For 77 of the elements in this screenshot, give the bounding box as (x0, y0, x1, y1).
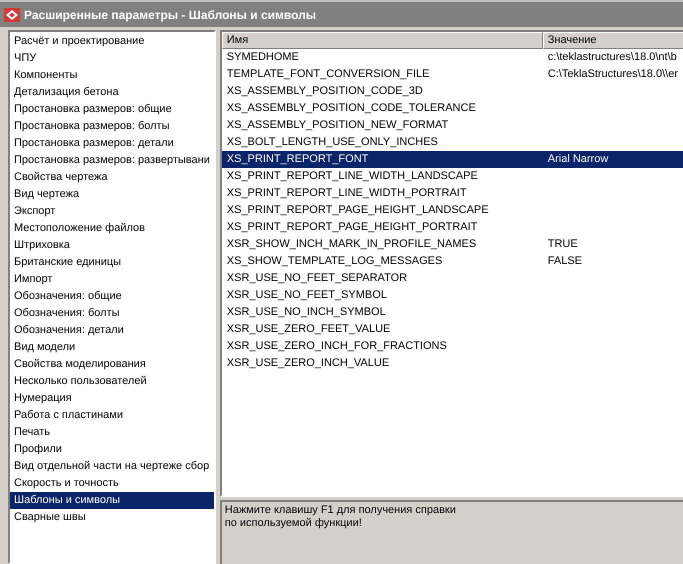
parameter-name: XS_BOLT_LENGTH_USE_ONLY_INCHES (226, 135, 439, 150)
parameter-value: TRUE (546, 237, 579, 252)
category-item[interactable]: Несколько пользователей (10, 373, 214, 390)
category-item[interactable]: Британские единицы (10, 254, 214, 271)
parameter-name: XSR_USE_NO_FEET_SYMBOL (226, 288, 388, 303)
parameter-value: Arial Narrow (546, 152, 610, 167)
parameter-name: XS_SHOW_TEMPLATE_LOG_MESSAGES (226, 254, 444, 269)
table-row[interactable]: XSR_USE_ZERO_INCH_FOR_FRACTIONS (222, 338, 683, 355)
column-header[interactable]: Значение (542, 32, 683, 49)
category-item[interactable]: Импорт (10, 271, 214, 288)
category-item[interactable]: Сварные швы (10, 509, 214, 526)
table-row[interactable]: XS_PRINT_REPORT_PAGE_HEIGHT_PORTRAIT (222, 219, 683, 236)
table-row[interactable]: XS_PRINT_REPORT_LINE_WIDTH_PORTRAIT (222, 185, 683, 202)
category-item[interactable]: Простановка размеров: развертывани (10, 152, 214, 169)
category-item[interactable]: Нумерация (10, 390, 214, 407)
parameter-name: XS_PRINT_REPORT_PAGE_HEIGHT_LANDSCAPE (226, 203, 490, 218)
table-row[interactable]: XS_ASSEMBLY_POSITION_CODE_TOLERANCE (222, 100, 683, 117)
column-header[interactable]: Имя (222, 32, 543, 49)
table-row[interactable]: XS_ASSEMBLY_POSITION_NEW_FORMAT (222, 117, 683, 134)
table-row[interactable]: XSR_USE_ZERO_FEET_VALUE (222, 321, 683, 338)
category-item[interactable]: ЧПУ (10, 50, 214, 67)
table-row[interactable]: SYMEDHOME c:\teklastructures\18.0\nt\b (222, 49, 683, 66)
category-item[interactable]: Простановка размеров: общие (10, 101, 214, 118)
parameter-name: XSR_USE_ZERO_FEET_VALUE (226, 322, 392, 337)
parameter-name: XS_ASSEMBLY_POSITION_CODE_TOLERANCE (226, 101, 477, 116)
category-item[interactable]: Свойства чертежа (10, 169, 214, 186)
window-title: Расширенные параметры - Шаблоны и символы (24, 6, 316, 24)
parameter-name: XS_PRINT_REPORT_LINE_WIDTH_PORTRAIT (226, 186, 468, 201)
category-item[interactable]: Обозначения: болты (10, 305, 214, 322)
category-item[interactable]: Обозначения: общие (10, 288, 214, 305)
category-item[interactable]: Обозначения: детали (10, 322, 214, 339)
category-item[interactable]: Шаблоны и символы (10, 492, 214, 509)
table-row[interactable]: XS_BOLT_LENGTH_USE_ONLY_INCHES (222, 134, 683, 151)
category-item[interactable]: Вид модели (10, 339, 214, 356)
category-item[interactable]: Простановка размеров: детали (10, 135, 214, 152)
category-item[interactable]: Детализация бетона (10, 84, 214, 101)
parameter-name: XS_PRINT_REPORT_LINE_WIDTH_LANDSCAPE (226, 169, 479, 184)
category-item[interactable]: Вид отдельной части на чертеже сбор (10, 458, 214, 475)
category-item[interactable]: Работа с пластинами (10, 407, 214, 424)
table-row[interactable]: XSR_USE_NO_FEET_SYMBOL (222, 287, 683, 304)
parameter-name: XSR_USE_ZERO_INCH_VALUE (226, 356, 390, 371)
parameter-name: XSR_SHOW_INCH_MARK_IN_PROFILE_NAMES (226, 237, 478, 252)
parameter-name: XSR_USE_ZERO_INCH_FOR_FRACTIONS (226, 339, 448, 354)
category-item[interactable]: Простановка размеров: болты (10, 118, 214, 135)
parameter-name: XS_ASSEMBLY_POSITION_CODE_3D (226, 84, 424, 99)
category-item[interactable]: Компоненты (10, 67, 214, 84)
table-row[interactable]: XSR_USE_NO_FEET_SEPARATOR (222, 270, 683, 287)
category-item[interactable]: Свойства моделирования (10, 356, 214, 373)
category-item[interactable]: Экспорт (10, 203, 214, 220)
parameter-value: c:\teklastructures\18.0\nt\b (546, 50, 678, 65)
help-text: Нажмите клавишу F1 для получения справки по используемой функции! (224, 504, 457, 530)
parameter-value: FALSE (546, 254, 584, 269)
table-row[interactable]: XSR_USE_ZERO_INCH_VALUE (222, 355, 683, 372)
table-row[interactable]: XS_PRINT_REPORT_PAGE_HEIGHT_LANDSCAPE (222, 202, 683, 219)
table-row[interactable]: XS_ASSEMBLY_POSITION_CODE_3D (222, 83, 683, 100)
category-item[interactable]: Профили (10, 441, 214, 458)
table-row[interactable]: XSR_SHOW_INCH_MARK_IN_PROFILE_NAMES TRUE (222, 236, 683, 253)
category-item[interactable]: Расчёт и проектирование (10, 33, 214, 50)
table-row[interactable]: XS_SHOW_TEMPLATE_LOG_MESSAGES FALSE (222, 253, 683, 270)
parameter-name: XS_PRINT_REPORT_FONT (226, 152, 370, 167)
table-row[interactable]: XSR_USE_NO_INCH_SYMBOL (222, 304, 683, 321)
parameter-name: XS_PRINT_REPORT_PAGE_HEIGHT_PORTRAIT (226, 220, 478, 235)
category-item[interactable]: Вид чертежа (10, 186, 214, 203)
category-item[interactable]: Печать (10, 424, 214, 441)
table-row[interactable]: XS_PRINT_REPORT_FONT Arial Narrow (222, 151, 683, 168)
parameter-name: XS_ASSEMBLY_POSITION_NEW_FORMAT (226, 118, 450, 133)
category-item[interactable]: Скорость и точность (10, 475, 214, 492)
parameter-name: XSR_USE_NO_INCH_SYMBOL (226, 305, 387, 320)
table-row[interactable]: TEMPLATE_FONT_CONVERSION_FILE C:\TeklaStructures\18.0\\er (222, 66, 683, 83)
parameter-name: TEMPLATE_FONT_CONVERSION_FILE (226, 67, 430, 82)
parameter-name: SYMEDHOME (226, 50, 300, 65)
category-item[interactable]: Местоположение файлов (10, 220, 214, 237)
category-item[interactable]: Штриховка (10, 237, 214, 254)
app-logo-icon (4, 8, 20, 22)
parameter-value: C:\TeklaStructures\18.0\\er (546, 67, 679, 82)
parameter-name: XSR_USE_NO_FEET_SEPARATOR (226, 271, 408, 286)
table-row[interactable]: XS_PRINT_REPORT_LINE_WIDTH_LANDSCAPE (222, 168, 683, 185)
